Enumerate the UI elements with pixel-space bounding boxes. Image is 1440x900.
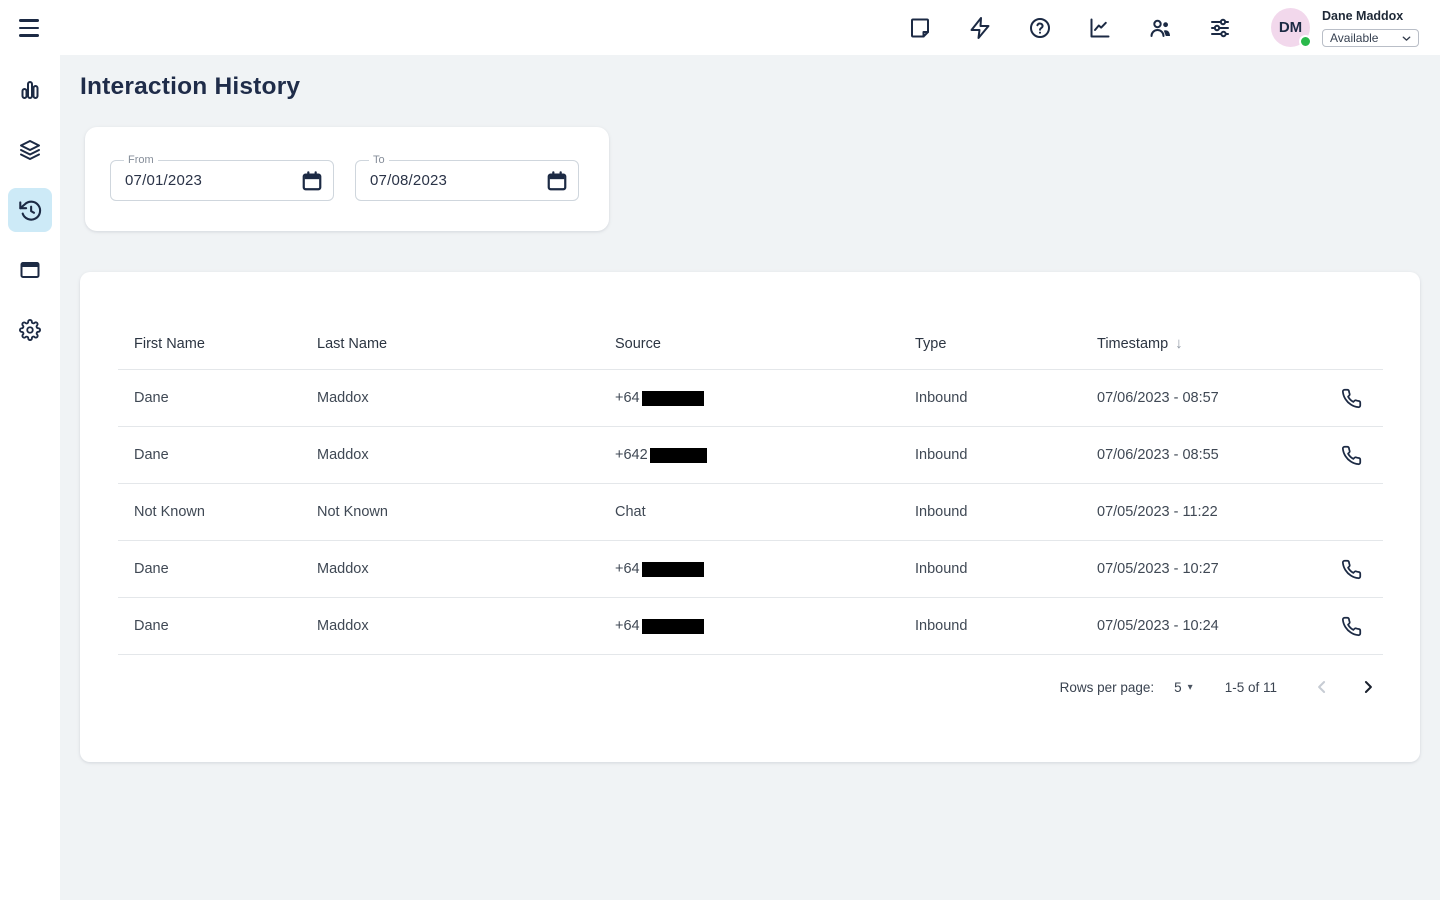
sort-desc-icon: ↓ [1175, 335, 1183, 352]
user-name: Dane Maddox [1322, 9, 1403, 23]
gear-icon [19, 319, 41, 341]
table-header-row: First Name Last Name Source Type Timesta… [118, 318, 1383, 370]
from-date-value: 07/01/2023 [125, 161, 202, 200]
sidebar-item-workspace[interactable] [8, 248, 52, 292]
redacted-number [642, 391, 704, 406]
app-window: DM Dane Maddox Available [0, 0, 1440, 900]
hamburger-icon [19, 19, 39, 21]
chevron-right-icon [1358, 677, 1378, 697]
calendar-icon [301, 170, 323, 192]
layers-icon [18, 138, 42, 162]
analytics-button[interactable] [1088, 16, 1112, 40]
source-cell: Chat [615, 504, 915, 520]
source-cell: +642 [615, 447, 915, 463]
table-row: Dane Maddox +64 Inbound 07/05/2023 - 10:… [118, 541, 1383, 598]
sidebar-item-interaction-history[interactable] [8, 188, 52, 232]
pagination: Rows per page: 5 ▾ 1-5 of 11 [118, 655, 1383, 719]
calendar-icon [546, 170, 568, 192]
sidebar-item-settings[interactable] [8, 308, 52, 352]
column-header-timestamp[interactable]: Timestamp↓ [1097, 335, 1335, 352]
avatar[interactable]: DM [1271, 8, 1310, 47]
column-header-first-name: First Name [134, 336, 317, 352]
phone-icon [1341, 445, 1362, 466]
source-cell: +64 [615, 390, 915, 406]
call-button[interactable] [1335, 382, 1367, 414]
table-row: Dane Maddox +642 Inbound 07/06/2023 - 08… [118, 427, 1383, 484]
chevron-left-icon [1312, 677, 1332, 697]
next-page-button[interactable] [1355, 674, 1381, 700]
preferences-button[interactable] [1208, 16, 1232, 40]
column-header-last-name: Last Name [317, 336, 615, 352]
date-filter-card: From 07/01/2023 To 07/08/2023 [85, 127, 609, 231]
source-cell: +64 [615, 561, 915, 577]
note-icon [908, 16, 932, 40]
status-select[interactable]: Available [1322, 29, 1419, 47]
sidebar-item-dashboard[interactable] [8, 68, 52, 112]
redacted-number [650, 448, 707, 463]
topbar: DM Dane Maddox Available [0, 0, 1440, 55]
topbar-actions [908, 0, 1232, 55]
status-value: Available [1330, 31, 1378, 45]
column-header-type: Type [915, 336, 1097, 352]
table-row: Dane Maddox +64 Inbound 07/06/2023 - 08:… [118, 370, 1383, 427]
table-row: Not Known Not Known Chat Inbound 07/05/2… [118, 484, 1383, 541]
previous-page-button[interactable] [1309, 674, 1335, 700]
interaction-table-card: First Name Last Name Source Type Timesta… [80, 272, 1420, 762]
presence-dot [1299, 35, 1312, 48]
sidebar [0, 55, 60, 900]
phone-icon [1341, 559, 1362, 580]
main-content: Interaction History From 07/01/2023 To 0… [60, 55, 1440, 900]
pagination-range: 1-5 of 11 [1225, 680, 1277, 695]
line-chart-icon [1088, 16, 1112, 40]
contacts-button[interactable] [1148, 16, 1172, 40]
history-icon [18, 198, 43, 223]
lightning-icon [968, 16, 992, 40]
redacted-number [642, 562, 704, 577]
from-calendar-button[interactable] [301, 170, 323, 192]
help-icon [1028, 16, 1052, 40]
people-icon [1148, 16, 1172, 40]
avatar-initials: DM [1279, 19, 1302, 36]
sidebar-item-queues[interactable] [8, 128, 52, 172]
chevron-down-icon [1400, 32, 1413, 45]
bar-chart-icon [18, 78, 42, 102]
dropdown-arrow-icon: ▾ [1188, 682, 1193, 693]
sliders-icon [1208, 16, 1232, 40]
from-date-input[interactable]: From 07/01/2023 [110, 160, 334, 201]
quick-actions-button[interactable] [968, 16, 992, 40]
call-button[interactable] [1335, 610, 1367, 642]
table-row: Dane Maddox +64 Inbound 07/05/2023 - 10:… [118, 598, 1383, 655]
phone-icon [1341, 388, 1362, 409]
source-cell: +64 [615, 618, 915, 634]
rows-per-page-label: Rows per page: [1060, 680, 1155, 695]
call-button[interactable] [1335, 553, 1367, 585]
redacted-number [642, 619, 704, 634]
to-calendar-button[interactable] [546, 170, 568, 192]
to-date-input[interactable]: To 07/08/2023 [355, 160, 579, 201]
rows-per-page-select[interactable]: 5 ▾ [1174, 680, 1193, 695]
call-button[interactable] [1335, 439, 1367, 471]
window-icon [18, 258, 42, 282]
phone-icon [1341, 616, 1362, 637]
page-title: Interaction History [80, 73, 300, 101]
help-button[interactable] [1028, 16, 1052, 40]
note-button[interactable] [908, 16, 932, 40]
to-date-value: 07/08/2023 [370, 161, 447, 200]
interaction-table: First Name Last Name Source Type Timesta… [118, 318, 1383, 655]
column-header-source: Source [615, 336, 915, 352]
menu-toggle-button[interactable] [19, 15, 45, 41]
